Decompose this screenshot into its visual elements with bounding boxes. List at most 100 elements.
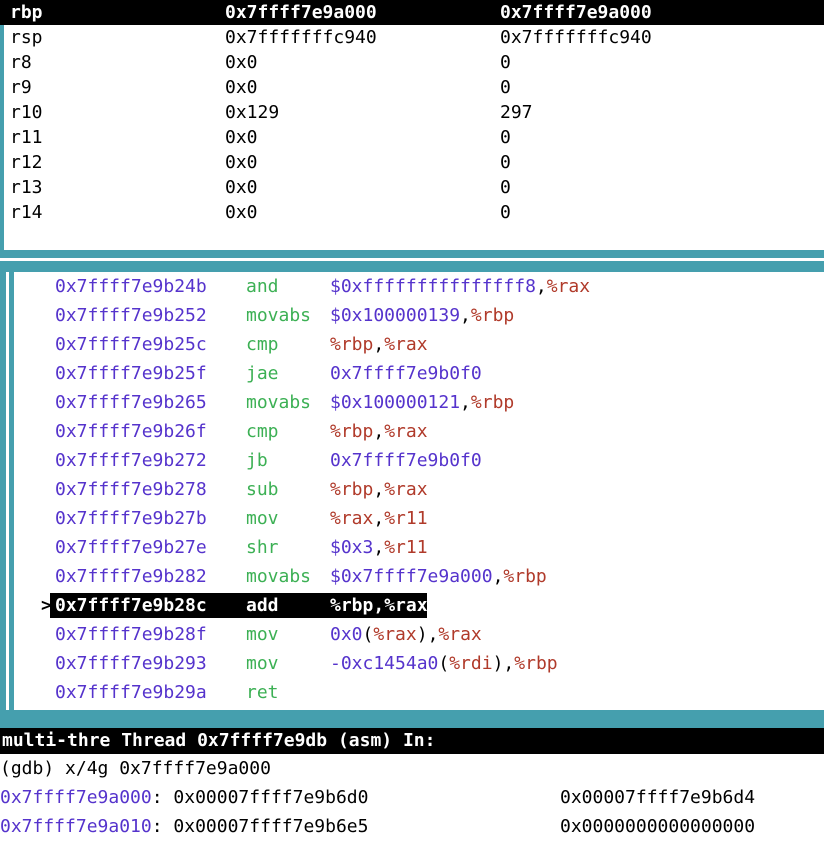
asm-operand-register: %rax	[384, 421, 428, 442]
gdb-prompt-text: (gdb) x/4g 0x7ffff7e9a000	[0, 758, 271, 779]
register-natural-value: 0	[500, 152, 511, 173]
register-natural-value: 0	[500, 202, 511, 223]
register-row[interactable]: r13 0x0 0	[0, 175, 824, 200]
asm-row[interactable]: 0x7ffff7e9b25c cmp %rbp,%rax	[14, 330, 824, 359]
register-raw-value: 0x0	[225, 52, 258, 73]
asm-row[interactable]: 0x7ffff7e9b252 movabs $0x100000139,%rbp	[14, 301, 824, 330]
register-row[interactable]: r14 0x0 0	[0, 200, 824, 225]
asm-operands: %rax,%r11	[330, 504, 428, 533]
asm-operand-punctuation: ,	[535, 276, 547, 297]
register-row[interactable]: rbp 0x7ffff7e9a000 0x7ffff7e9a000	[0, 0, 824, 25]
asm-operand-register: %rbp	[330, 334, 374, 355]
register-name: r14	[10, 202, 43, 223]
asm-operand-punctuation: (	[438, 653, 450, 674]
memory-dump-word: 0x00007ffff7e9b6d4	[560, 787, 756, 808]
register-raw-value: 0x129	[225, 102, 280, 123]
command-output[interactable]: (gdb) x/4g 0x7ffff7e9a000 0x7ffff7e9a000:…	[0, 754, 824, 846]
asm-address: 0x7ffff7e9b27b	[55, 508, 207, 529]
register-row[interactable]: r10 0x129 297	[0, 100, 824, 125]
asm-mnemonic: shr	[246, 537, 279, 558]
asm-operands: %rbp,%rax	[330, 475, 428, 504]
register-natural-value: 0	[500, 77, 511, 98]
asm-row[interactable]: 0x7ffff7e9b272 jb 0x7ffff7e9b0f0	[14, 446, 824, 475]
register-name: rbp	[10, 2, 43, 23]
asm-address: 0x7ffff7e9b278	[55, 479, 207, 500]
register-row[interactable]: r11 0x0 0	[0, 125, 824, 150]
asm-address: 0x7ffff7e9b25f	[55, 363, 207, 384]
assembly-panel-top-bar	[0, 250, 824, 258]
status-line: multi-thre Thread 0x7ffff7e9db (asm) In:	[0, 728, 824, 754]
register-natural-value: 0	[500, 177, 511, 198]
asm-operand-punctuation: ,	[373, 595, 385, 616]
memory-dump-line[interactable]: 0x7ffff7e9a000: 0x00007ffff7e9b6d0 0x0000…	[0, 783, 824, 812]
asm-operands: %rbp,%rax	[330, 417, 428, 446]
asm-mnemonic: mov	[246, 653, 279, 674]
memory-dump-separator: :	[151, 787, 174, 808]
memory-dump-word: 0x00007ffff7e9b6d0	[173, 787, 369, 808]
asm-row[interactable]: 0x7ffff7e9b29a ret	[14, 678, 824, 707]
gdb-tui-window: rbp 0x7ffff7e9a000 0x7ffff7e9a000 rsp 0x7fff…	[0, 0, 824, 846]
asm-mnemonic: jb	[246, 450, 268, 471]
asm-address: 0x7ffff7e9b272	[55, 450, 207, 471]
asm-row[interactable]: 0x7ffff7e9b293 mov -0xc1454a0(%rdi),%rbp	[14, 649, 824, 678]
asm-row[interactable]: 0x7ffff7e9b265 movabs $0x100000121,%rbp	[14, 388, 824, 417]
asm-address: 0x7ffff7e9b24b	[55, 276, 207, 297]
gdb-prompt-line[interactable]: (gdb) x/4g 0x7ffff7e9a000	[0, 841, 824, 846]
asm-row[interactable]: 0x7ffff7e9b27b mov %rax,%r11	[14, 504, 824, 533]
asm-operand-register: %rbp	[470, 392, 515, 413]
asm-operand-punctuation: ,	[373, 537, 385, 558]
asm-operand-register: %r11	[384, 537, 428, 558]
asm-row[interactable]: 0x7ffff7e9b27e shr $0x3,%r11	[14, 533, 824, 562]
register-row[interactable]: rsp 0x7fffffffc940 0x7fffffffc940	[0, 25, 824, 50]
asm-operand-punctuation: ,	[373, 508, 385, 529]
register-row[interactable]: r9 0x0 0	[0, 75, 824, 100]
assembly-panel: 0x7ffff7e9b24b and $0xfffffffffffffff8,%ra…	[0, 250, 824, 710]
asm-operand-register: %rbp	[330, 595, 374, 616]
asm-row[interactable]: 0x7ffff7e9b278 sub %rbp,%rax	[14, 475, 824, 504]
memory-dump-line[interactable]: 0x7ffff7e9a010: 0x00007ffff7e9b6e5 0x0000…	[0, 812, 824, 841]
asm-row[interactable]: 0x7ffff7e9b25f jae 0x7ffff7e9b0f0	[14, 359, 824, 388]
register-name: r13	[10, 177, 43, 198]
assembly-listing[interactable]: 0x7ffff7e9b24b and $0xfffffffffffffff8,%ra…	[14, 272, 824, 710]
asm-address: 0x7ffff7e9b25c	[55, 334, 207, 355]
asm-row[interactable]: 0x7ffff7e9b28f mov 0x0(%rax),%rax	[14, 620, 824, 649]
asm-operands: 0x0(%rax),%rax	[330, 624, 482, 645]
asm-operand-punctuation: ,	[492, 566, 504, 587]
command-panel-top-bar-inner	[0, 717, 824, 728]
memory-dump-address: 0x7ffff7e9a000	[0, 787, 152, 808]
register-row[interactable]: r12 0x0 0	[0, 150, 824, 175]
asm-operands: %rbp,%rax	[330, 330, 428, 359]
register-row[interactable]: r8 0x0 0	[0, 50, 824, 75]
register-raw-value: 0x0	[225, 152, 258, 173]
asm-operand-register: %rax	[384, 334, 428, 355]
gdb-prompt-line[interactable]: (gdb) x/4g 0x7ffff7e9a000	[0, 754, 824, 783]
asm-operand-punctuation: ,	[460, 305, 471, 326]
register-name: rsp	[10, 27, 43, 48]
asm-operand-punctuation: )	[416, 624, 428, 645]
register-name: r11	[10, 127, 43, 148]
register-raw-value: 0x0	[225, 177, 258, 198]
asm-address: 0x7ffff7e9b28c	[55, 595, 207, 616]
asm-row[interactable]: 0x7ffff7e9b26f cmp %rbp,%rax	[14, 417, 824, 446]
asm-row[interactable]: 0x7ffff7e9b282 movabs $0x7ffff7e9a000,%rbp	[14, 562, 824, 591]
asm-mnemonic: add	[246, 595, 279, 616]
register-raw-value: 0x0	[225, 202, 258, 223]
asm-operand-register: %rdi	[449, 653, 493, 674]
asm-address: 0x7ffff7e9b26f	[55, 421, 207, 442]
asm-operand-punctuation: ,	[427, 624, 439, 645]
asm-current-line-marker: >	[41, 595, 52, 616]
register-raw-value: 0x0	[225, 77, 258, 98]
asm-row-current[interactable]: >0x7ffff7e9b28c add %rbp,%rax	[14, 591, 824, 620]
registers-table: rbp 0x7ffff7e9a000 0x7ffff7e9a000 rsp 0x7fff…	[0, 0, 824, 225]
assembly-panel-top-bar-inner	[0, 261, 824, 272]
asm-mnemonic: sub	[246, 479, 279, 500]
register-natural-value: 297	[500, 102, 533, 123]
asm-row[interactable]: 0x7ffff7e9b24b and $0xfffffffffffffff8,%ra…	[14, 272, 824, 301]
asm-operand-punctuation: ,	[373, 479, 385, 500]
asm-address: 0x7ffff7e9b293	[55, 653, 207, 674]
asm-mnemonic: ret	[246, 682, 279, 703]
asm-operands: $0xfffffffffffffff8,%rax	[330, 276, 591, 297]
asm-operand-register: %rax	[330, 508, 374, 529]
register-raw-value: 0x7ffff7e9a000	[225, 2, 377, 23]
command-panel-top-bar	[0, 710, 824, 717]
